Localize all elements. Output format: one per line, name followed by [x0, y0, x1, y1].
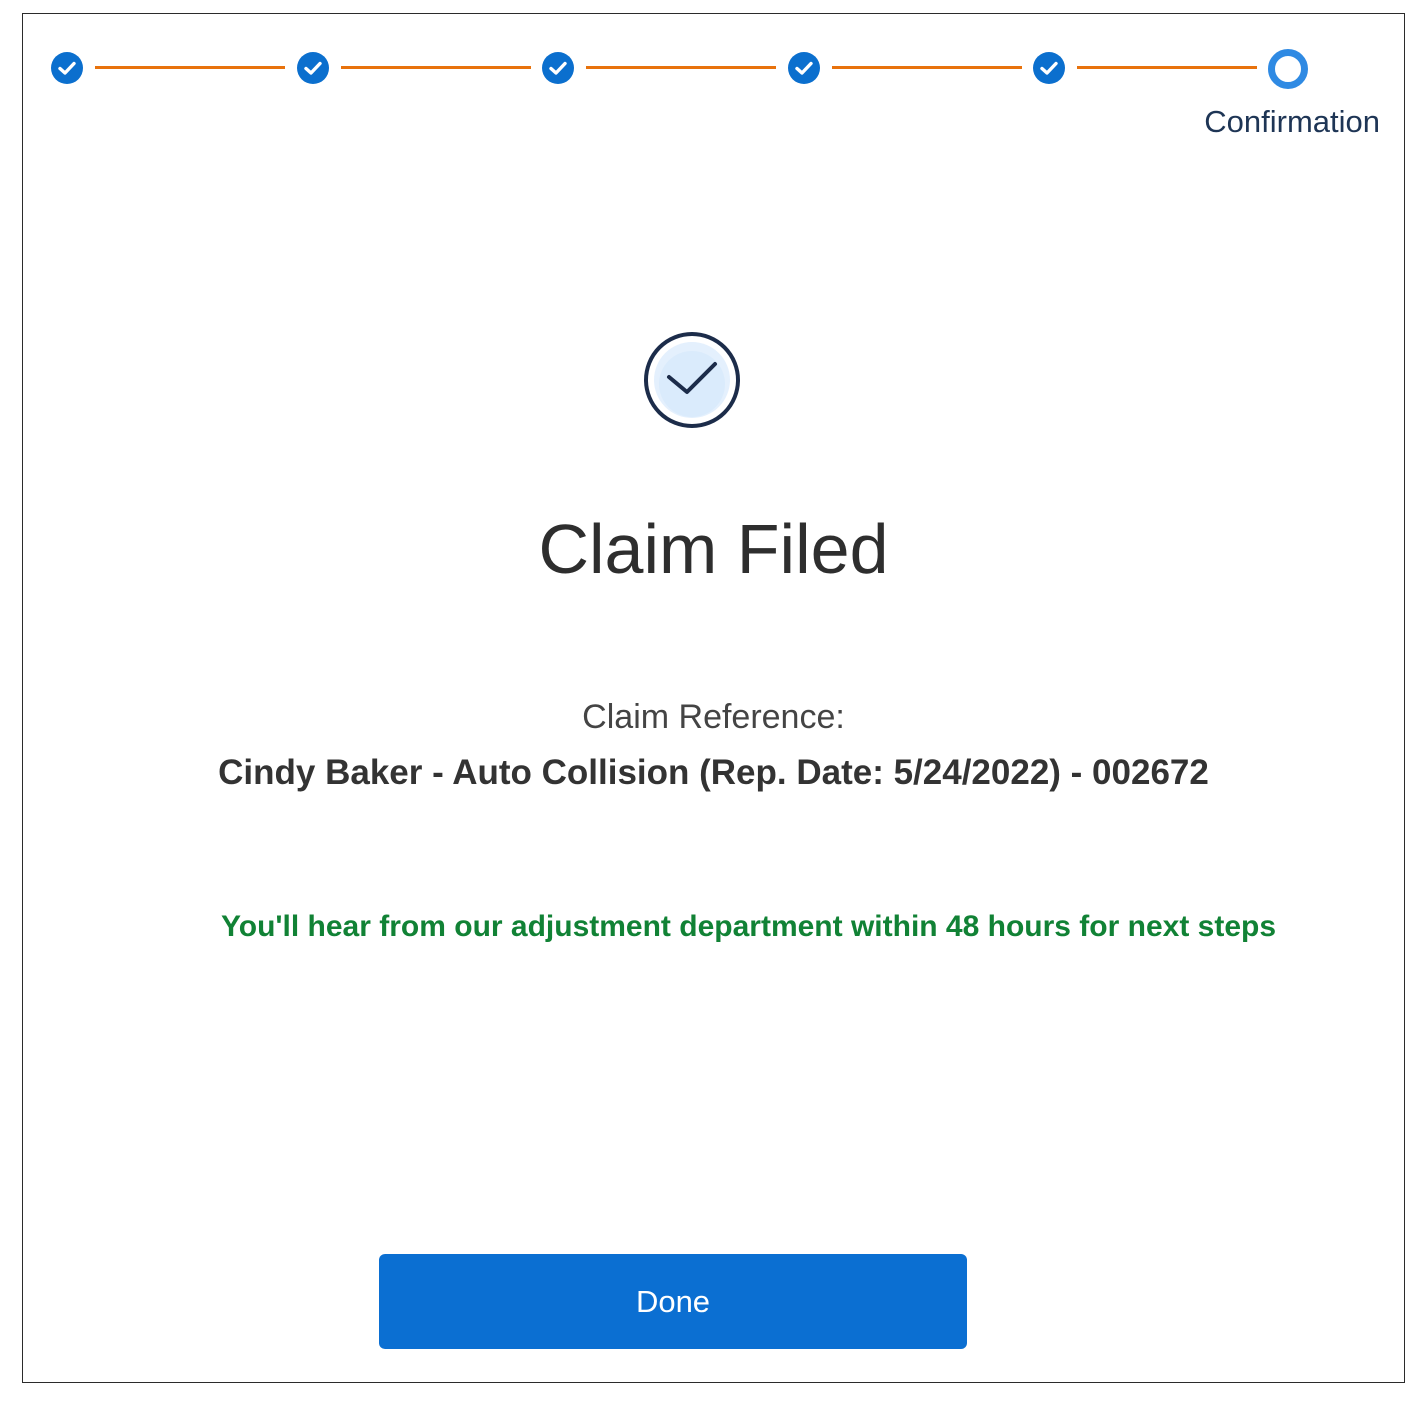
page-title: Claim Filed	[538, 510, 889, 588]
check-icon	[795, 61, 813, 75]
step-connector	[95, 66, 285, 69]
claim-confirmation-panel: Confirmation Claim Filed Claim Reference…	[22, 13, 1405, 1383]
step-connector	[341, 66, 531, 69]
step-2-completed	[297, 52, 329, 84]
claim-reference-label: Claim Reference:	[582, 698, 845, 736]
done-button[interactable]: Done	[379, 1254, 967, 1349]
step-1-completed	[51, 52, 83, 84]
circle-check-icon	[644, 332, 740, 428]
step-3-completed	[542, 52, 574, 84]
progress-stepper: Confirmation	[23, 14, 1404, 154]
current-step-label: Confirmation	[1204, 104, 1380, 139]
step-5-completed	[1033, 52, 1065, 84]
check-icon	[304, 61, 322, 75]
step-connector	[1077, 66, 1257, 69]
check-icon	[1040, 61, 1058, 75]
step-6-current	[1268, 49, 1308, 89]
step-4-completed	[788, 52, 820, 84]
step-connector	[832, 66, 1022, 69]
next-steps-notice: You'll hear from our adjustment departme…	[220, 910, 1277, 943]
step-connector	[586, 66, 776, 69]
claim-reference-value: Cindy Baker - Auto Collision (Rep. Date:…	[218, 753, 1209, 792]
check-icon	[549, 61, 567, 75]
check-icon	[58, 61, 76, 75]
